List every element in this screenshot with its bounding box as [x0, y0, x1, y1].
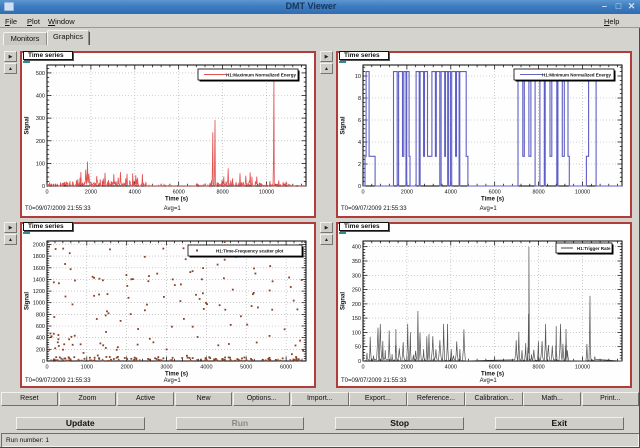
svg-text:8: 8 — [358, 96, 361, 102]
svg-text:Signal: Signal — [25, 116, 31, 134]
svg-text:300: 300 — [36, 116, 45, 122]
svg-text:Signal: Signal — [341, 292, 347, 310]
svg-text:T0=09/07/2009 21:55:33: T0=09/07/2009 21:55:33 — [25, 378, 91, 384]
svg-text:6: 6 — [358, 118, 361, 124]
svg-text:0: 0 — [358, 184, 361, 190]
svg-text:200: 200 — [36, 347, 45, 353]
svg-text:H1:Time-Frequency scatter plot: H1:Time-Frequency scatter plot — [216, 248, 284, 253]
svg-text:Time (s): Time (s) — [165, 372, 188, 378]
svg-text:6000: 6000 — [173, 190, 185, 196]
svg-text:10000: 10000 — [575, 365, 590, 371]
svg-text:Signal: Signal — [25, 292, 31, 310]
svg-text:10000: 10000 — [575, 190, 590, 196]
svg-text:0: 0 — [42, 359, 45, 365]
svg-text:200: 200 — [352, 302, 361, 308]
svg-text:6000: 6000 — [489, 365, 501, 371]
svg-text:250: 250 — [352, 288, 361, 294]
svg-text:8000: 8000 — [532, 190, 544, 196]
svg-text:H1:Trigger Rate: H1:Trigger Rate — [577, 246, 611, 251]
svg-text:Avg=1: Avg=1 — [480, 378, 498, 384]
svg-text:50: 50 — [355, 345, 361, 351]
svg-text:100: 100 — [352, 330, 361, 336]
svg-text:Time (s): Time (s) — [165, 197, 188, 203]
svg-text:0: 0 — [45, 365, 48, 371]
svg-text:2000: 2000 — [401, 190, 413, 196]
svg-text:2000: 2000 — [85, 190, 97, 196]
svg-text:1000: 1000 — [33, 301, 45, 307]
svg-text:200: 200 — [36, 139, 45, 145]
svg-text:4: 4 — [358, 140, 361, 146]
svg-text:1000: 1000 — [81, 365, 93, 371]
svg-text:0: 0 — [42, 184, 45, 190]
svg-text:Avg=1: Avg=1 — [164, 206, 182, 212]
svg-text:0: 0 — [361, 365, 364, 371]
svg-text:400: 400 — [352, 245, 361, 251]
svg-text:1600: 1600 — [33, 266, 45, 272]
svg-text:10: 10 — [355, 74, 361, 80]
svg-text:300: 300 — [352, 273, 361, 279]
svg-text:2: 2 — [358, 162, 361, 168]
svg-text:Avg=1: Avg=1 — [480, 206, 498, 212]
svg-text:1400: 1400 — [33, 277, 45, 283]
svg-text:4000: 4000 — [445, 365, 457, 371]
svg-text:400: 400 — [36, 336, 45, 342]
svg-text:10000: 10000 — [259, 190, 274, 196]
svg-text:6000: 6000 — [489, 190, 501, 196]
svg-text:4000: 4000 — [445, 190, 457, 196]
svg-text:100: 100 — [36, 161, 45, 167]
svg-text:400: 400 — [36, 94, 45, 100]
svg-text:H1:Minimum Normalized Energy: H1:Minimum Normalized Energy — [542, 72, 612, 77]
svg-text:150: 150 — [352, 316, 361, 322]
svg-text:3000: 3000 — [160, 365, 172, 371]
svg-text:Time (s): Time (s) — [481, 372, 504, 378]
svg-text:4000: 4000 — [200, 365, 212, 371]
svg-text:H1:Maximum Normalized Energy: H1:Maximum Normalized Energy — [226, 72, 297, 77]
svg-text:0: 0 — [358, 359, 361, 365]
svg-text:1200: 1200 — [33, 289, 45, 295]
svg-text:0: 0 — [45, 190, 48, 196]
svg-text:Time (s): Time (s) — [481, 197, 504, 203]
svg-text:4000: 4000 — [129, 190, 141, 196]
svg-text:1800: 1800 — [33, 254, 45, 260]
svg-text:T0=09/07/2009 21:55:33: T0=09/07/2009 21:55:33 — [341, 378, 407, 384]
svg-text:8000: 8000 — [216, 190, 228, 196]
svg-text:0: 0 — [361, 190, 364, 196]
svg-text:Avg=1: Avg=1 — [164, 378, 182, 384]
svg-text:Signal: Signal — [341, 116, 347, 134]
svg-text:8000: 8000 — [532, 365, 544, 371]
svg-text:350: 350 — [352, 259, 361, 265]
svg-text:T0=09/07/2009 21:55:33: T0=09/07/2009 21:55:33 — [341, 206, 407, 212]
svg-text:6000: 6000 — [280, 365, 292, 371]
svg-text:T0=09/07/2009 21:55:33: T0=09/07/2009 21:55:33 — [25, 206, 91, 212]
svg-text:2000: 2000 — [33, 243, 45, 249]
svg-text:2000: 2000 — [121, 365, 133, 371]
svg-text:5000: 5000 — [240, 365, 252, 371]
svg-text:2000: 2000 — [401, 365, 413, 371]
svg-text:500: 500 — [36, 71, 45, 77]
svg-text:600: 600 — [36, 324, 45, 330]
svg-text:800: 800 — [36, 312, 45, 318]
